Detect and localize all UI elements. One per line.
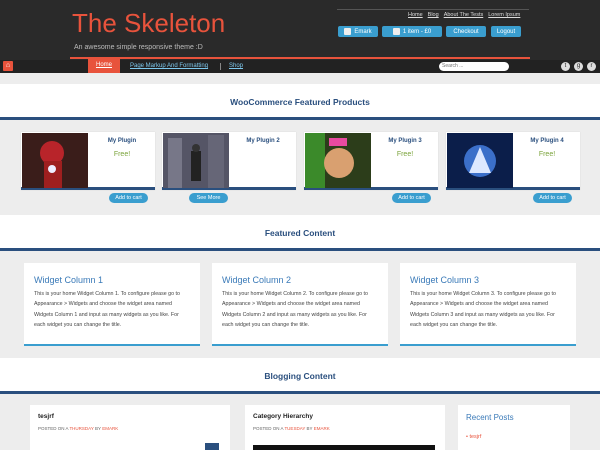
nav-item-page-markup[interactable]: Page Markup And Formatting bbox=[130, 60, 208, 73]
post-title[interactable]: Category Hierarchy bbox=[253, 413, 437, 420]
blog-post: Category Hierarchy POSTED ON A TUESDAY B… bbox=[245, 405, 445, 450]
widget-title[interactable]: Widget Column 2 bbox=[222, 275, 378, 285]
widget-title[interactable]: Widget Column 3 bbox=[410, 275, 566, 285]
add-to-cart-button[interactable]: Add to cart bbox=[109, 193, 148, 203]
post-day[interactable]: TUESDAY bbox=[284, 426, 305, 431]
header-accent-line bbox=[70, 57, 530, 59]
cart-icon bbox=[392, 28, 400, 35]
post-image[interactable] bbox=[253, 445, 435, 450]
user-button[interactable]: Emark bbox=[338, 26, 378, 37]
post-author[interactable]: EMARK bbox=[102, 426, 118, 431]
product-card[interactable]: My Plugin 3 Free! bbox=[304, 132, 438, 190]
product-price: Free! bbox=[113, 151, 131, 158]
post-meta-by: BY bbox=[95, 426, 101, 431]
post-title[interactable]: tesjrf bbox=[38, 413, 222, 420]
product-image[interactable] bbox=[163, 133, 229, 188]
twitter-icon[interactable]: t bbox=[561, 62, 570, 71]
top-links: Home Blog About The Tests Lorem Ipsum bbox=[408, 12, 520, 18]
google-plus-icon[interactable]: g bbox=[574, 62, 583, 71]
blog-post: tesjrf POSTED ON A THURSDAY BY EMARK bbox=[30, 405, 230, 450]
nav-separator bbox=[220, 63, 221, 70]
product-name[interactable]: My Plugin 2 bbox=[230, 138, 296, 144]
top-link-blog[interactable]: Blog bbox=[428, 12, 439, 18]
widget-text: This is your home Widget Column 1. To co… bbox=[34, 291, 180, 328]
checkout-button[interactable]: Checkout bbox=[446, 26, 486, 37]
post-meta-prefix: POSTED ON A bbox=[38, 426, 69, 431]
featured-products-heading: WooCommerce Featured Products bbox=[230, 97, 370, 107]
site-tagline: An awesome simple responsive theme :D bbox=[74, 44, 203, 51]
product-name[interactable]: My Plugin 4 bbox=[514, 138, 580, 144]
recent-post-link[interactable]: tesjrf bbox=[469, 434, 481, 440]
widget-text: This is your home Widget Column 3. To co… bbox=[410, 291, 556, 328]
top-links-divider bbox=[337, 9, 529, 10]
featured-content-band: Featured Content bbox=[0, 215, 600, 251]
widget-column: Widget Column 1 This is your home Widget… bbox=[24, 263, 200, 346]
post-thumbnail[interactable] bbox=[205, 443, 219, 450]
search-input[interactable] bbox=[439, 62, 509, 71]
widget-column: Widget Column 3 This is your home Widget… bbox=[400, 263, 576, 346]
top-link-home[interactable]: Home bbox=[408, 12, 423, 18]
site-title[interactable]: The Skeleton bbox=[72, 8, 225, 39]
widget-text: This is your home Widget Column 2. To co… bbox=[222, 291, 368, 328]
product-card[interactable]: My Plugin 4 Free! bbox=[446, 132, 580, 190]
see-more-button[interactable]: See More bbox=[189, 193, 228, 203]
recent-post-item[interactable]: • tesjrf bbox=[466, 434, 562, 440]
product-name[interactable]: My Plugin bbox=[89, 138, 155, 144]
featured-content-heading: Featured Content bbox=[264, 228, 336, 238]
widget-column: Widget Column 2 This is your home Widget… bbox=[212, 263, 388, 346]
post-meta: POSTED ON A TUESDAY BY EMARK bbox=[253, 426, 437, 431]
product-image[interactable] bbox=[305, 133, 371, 188]
cart-button-label: 1 item - £0 bbox=[402, 28, 432, 35]
user-icon bbox=[344, 28, 352, 35]
nav-item-shop[interactable]: Shop bbox=[229, 60, 243, 73]
blogging-content-band: Blogging Content bbox=[0, 358, 600, 394]
product-image[interactable] bbox=[22, 133, 88, 188]
featured-products-band: WooCommerce Featured Products bbox=[0, 84, 600, 120]
logout-button[interactable]: Logout bbox=[491, 26, 521, 37]
add-to-cart-button[interactable]: Add to cart bbox=[533, 193, 572, 203]
product-card[interactable]: My Plugin Free! bbox=[21, 132, 155, 190]
post-meta-by: BY bbox=[306, 426, 313, 431]
sidebar-widget: Recent Posts • tesjrf bbox=[458, 405, 570, 450]
top-link-about[interactable]: About The Tests bbox=[444, 12, 484, 18]
product-price: Free! bbox=[538, 151, 556, 158]
product-card[interactable]: My Plugin 2 bbox=[162, 132, 296, 190]
post-meta-prefix: POSTED ON A bbox=[253, 426, 284, 431]
post-day[interactable]: THURSDAY bbox=[69, 426, 93, 431]
sidebar-title: Recent Posts bbox=[466, 413, 514, 422]
product-name[interactable]: My Plugin 3 bbox=[372, 138, 438, 144]
widget-title[interactable]: Widget Column 1 bbox=[34, 275, 190, 285]
rss-icon[interactable]: r bbox=[587, 62, 596, 71]
user-button-label: Emark bbox=[354, 28, 372, 35]
product-image[interactable] bbox=[447, 133, 513, 188]
top-link-lorem[interactable]: Lorem Ipsum bbox=[488, 12, 520, 18]
blogging-content-heading: Blogging Content bbox=[264, 371, 336, 381]
product-price: Free! bbox=[396, 151, 414, 158]
add-to-cart-button[interactable]: Add to cart bbox=[392, 193, 431, 203]
post-meta: POSTED ON A THURSDAY BY EMARK bbox=[38, 426, 222, 431]
cart-button[interactable]: 1 item - £0 bbox=[382, 26, 442, 37]
home-icon[interactable]: ⌂ bbox=[3, 61, 13, 71]
post-author[interactable]: EMARK bbox=[314, 426, 330, 431]
nav-item-home[interactable]: Home bbox=[88, 58, 120, 73]
